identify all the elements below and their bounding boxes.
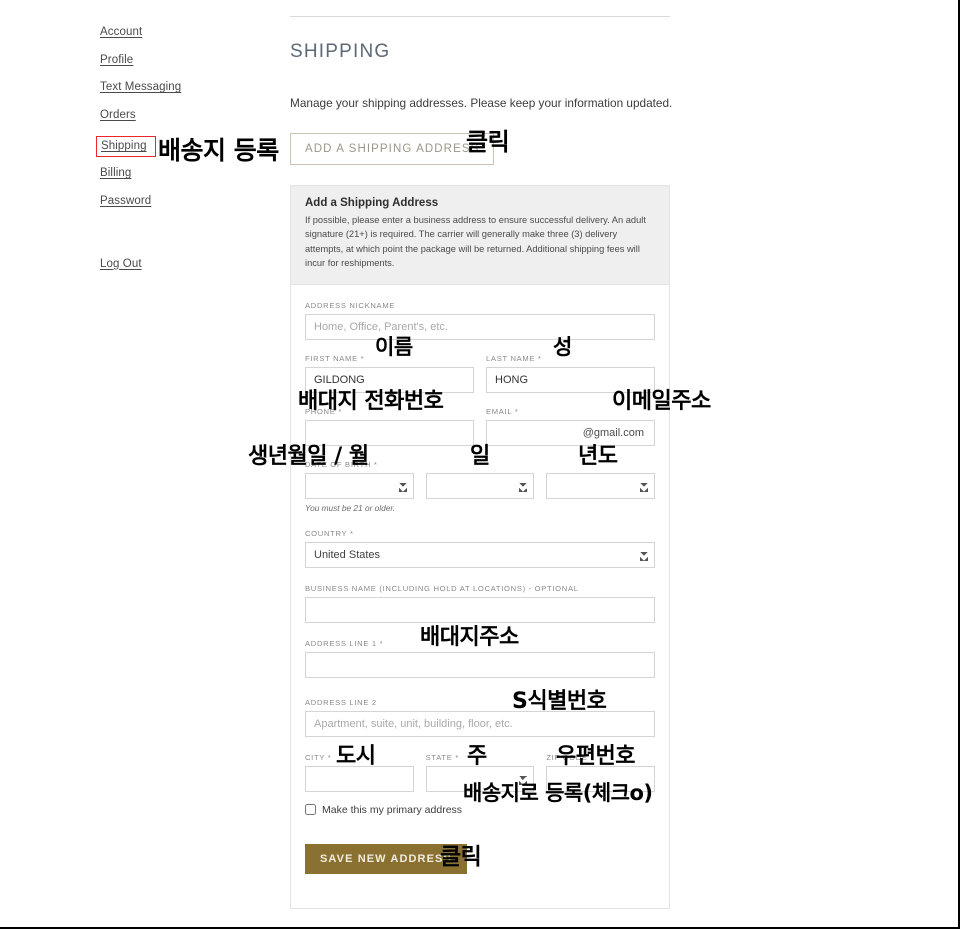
field-country: COUNTRY * United States <box>305 529 655 568</box>
dob-year-select[interactable] <box>546 472 656 499</box>
annotation-add-button: 클릭 <box>466 128 510 156</box>
sidebar-item-shipping[interactable]: Shipping <box>96 136 156 157</box>
sidebar-item-orders[interactable]: Orders <box>100 109 136 121</box>
top-divider <box>290 16 670 17</box>
annotation-last-name: 성 <box>553 335 572 359</box>
dob-day-select[interactable] <box>425 472 535 499</box>
phone-input[interactable] <box>305 419 474 446</box>
annotation-city: 도시 <box>336 744 376 769</box>
panel-heading: Add a Shipping Address <box>305 197 439 209</box>
annotation-save-button: 클릭 <box>440 844 482 870</box>
annotation-primary-checkbox: 배송지로 등록(체크o) <box>463 781 653 805</box>
field-business-name: BUSINESS NAME (INCLUDING HOLD AT LOCATIO… <box>305 584 655 623</box>
annotation-address-line-1: 배대지주소 <box>420 625 519 650</box>
label-business-name: BUSINESS NAME (INCLUDING HOLD AT LOCATIO… <box>305 583 579 593</box>
page-title: SHIPPING <box>290 41 391 62</box>
page-root: Account Profile Text Messaging Orders Sh… <box>0 0 960 929</box>
annotation-dob: 생년월일 / 월 <box>248 444 369 469</box>
field-address-nickname: ADDRESS NICKNAME <box>305 301 655 340</box>
primary-address-checkbox[interactable] <box>305 804 316 816</box>
sidebar-item-account[interactable]: Account <box>100 26 142 38</box>
label-country: COUNTRY * <box>305 528 354 538</box>
field-first-name: FIRST NAME * <box>305 354 474 393</box>
annotation-state: 주 <box>467 744 487 769</box>
sidebar-item-text-messaging[interactable]: Text Messaging <box>100 81 181 93</box>
annotation-zip: 우편번호 <box>556 744 635 769</box>
business-name-input[interactable] <box>305 596 655 623</box>
primary-address-label[interactable]: Make this my primary address <box>322 804 462 816</box>
panel-header: Add a Shipping Address If possible, plea… <box>291 186 669 285</box>
annotation-address-line-2: S식별번호 <box>512 689 607 714</box>
add-shipping-address-button[interactable]: ADD A SHIPPING ADDRESS <box>290 133 495 165</box>
email-input[interactable] <box>486 419 655 446</box>
city-input[interactable] <box>305 765 414 792</box>
dob-age-hint: You must be 21 or older. <box>305 502 396 513</box>
dob-month-select[interactable] <box>305 472 414 499</box>
sidebar-item-billing[interactable]: Billing <box>100 167 131 179</box>
annotation-phone: 배대지 전화번호 <box>298 389 444 414</box>
sidebar-item-password[interactable]: Password <box>100 195 151 207</box>
page-intro-text: Manage your shipping addresses. Please k… <box>290 96 673 110</box>
annotation-shipping-nav: 배송지 등록 <box>158 136 279 165</box>
annotation-first-name: 이름 <box>375 335 413 359</box>
address-line-2-input[interactable] <box>305 710 655 737</box>
annotation-email: 이메일주소 <box>612 389 711 414</box>
label-address-nickname: ADDRESS NICKNAME <box>305 300 396 310</box>
address-nickname-input[interactable] <box>305 313 655 340</box>
primary-address-row: Make this my primary address <box>305 804 655 816</box>
address-line-1-input[interactable] <box>305 651 655 678</box>
annotation-dob-day: 일 <box>470 444 490 469</box>
country-select[interactable]: United States <box>305 541 655 568</box>
annotation-dob-year: 년도 <box>578 444 618 469</box>
dob-selects-row <box>305 472 656 499</box>
sidebar-item-profile[interactable]: Profile <box>100 54 133 66</box>
sidebar-item-logout[interactable]: Log Out <box>100 258 142 270</box>
panel-description: If possible, please enter a business add… <box>305 215 646 269</box>
panel-body: ADDRESS NICKNAME FIRST NAME * LAST NAME … <box>291 285 669 908</box>
field-last-name: LAST NAME * <box>486 354 655 393</box>
